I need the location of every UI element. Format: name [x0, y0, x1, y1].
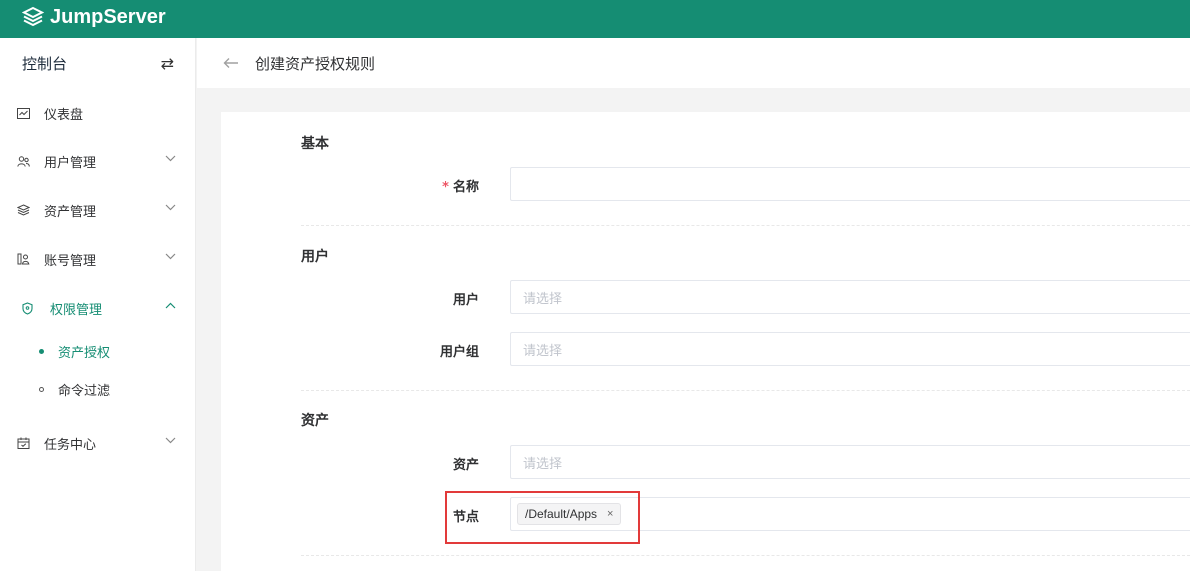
node-label: 节点 — [452, 510, 479, 525]
user-group-select[interactable]: 请选择 — [510, 332, 1190, 366]
section-title-basic: 基本 — [301, 136, 329, 152]
page-title: 创建资产授权规则 — [255, 54, 376, 73]
section-divider — [301, 390, 1190, 391]
chevron-down-icon[interactable] — [165, 204, 176, 211]
sidebar-item-users[interactable]: 用户管理 — [0, 146, 196, 176]
user-label: 用户 — [452, 293, 479, 308]
name-input[interactable] — [510, 167, 1190, 201]
sidebar: 控制台 ⇄ 仪表盘 用户管理 资产管理 账号管理 权限管理 资产授权 命令过滤 … — [0, 38, 196, 571]
sidebar-item-label: 资产管理 — [44, 204, 97, 220]
sidebar-subitem-command-filter[interactable]: 命令过滤 — [0, 376, 196, 402]
user-group-label: 用户组 — [439, 345, 479, 360]
asset-select[interactable]: 请选择 — [510, 445, 1190, 479]
active-dot — [39, 348, 44, 354]
required-mark: * — [442, 180, 449, 195]
section-divider — [301, 555, 1190, 556]
top-bar: JumpServer — [0, 0, 1190, 38]
sidebar-item-dashboard[interactable]: 仪表盘 — [0, 98, 196, 128]
sidebar-subitem-label: 资产授权 — [58, 345, 111, 361]
sidebar-item-label: 权限管理 — [50, 302, 103, 318]
swap-arrows-icon[interactable]: ⇄ — [161, 54, 174, 73]
users-icon — [16, 154, 30, 168]
section-title-asset: 资产 — [301, 413, 329, 429]
asset-label: 资产 — [452, 458, 479, 473]
chevron-down-icon[interactable] — [165, 155, 176, 162]
sidebar-item-label: 任务中心 — [44, 437, 97, 453]
section-title-user: 用户 — [301, 249, 329, 265]
section-divider — [301, 225, 1190, 226]
user-select[interactable]: 请选择 — [510, 280, 1190, 314]
dashboard-icon — [16, 106, 30, 120]
sidebar-subitem-label: 命令过滤 — [58, 383, 111, 399]
layers-icon — [16, 203, 30, 217]
sidebar-item-assets[interactable]: 资产管理 — [0, 195, 196, 225]
chevron-up-icon[interactable] — [165, 302, 176, 309]
sidebar-item-accounts[interactable]: 账号管理 — [0, 244, 196, 274]
sidebar-header: 控制台 ⇄ — [0, 38, 196, 88]
page-header: 创建资产授权规则 — [197, 38, 1190, 88]
form-card: 基本 * 名称 用户 用户 请选择 用户组 请选择 资产 资产 请选择 节点 /D… — [221, 112, 1190, 571]
name-label: * 名称 — [442, 180, 479, 195]
sidebar-item-tasks[interactable]: 任务中心 — [0, 428, 196, 458]
calendar-icon — [16, 436, 30, 450]
sidebar-item-label: 仪表盘 — [44, 107, 84, 123]
chevron-down-icon[interactable] — [165, 437, 176, 444]
shield-icon — [20, 301, 34, 315]
sidebar-title: 控制台 — [22, 54, 68, 73]
back-arrow-icon[interactable] — [223, 57, 239, 69]
jumpserver-logo-icon — [22, 6, 44, 27]
sidebar-item-label: 用户管理 — [44, 155, 97, 171]
sidebar-item-label: 账号管理 — [44, 253, 97, 269]
brand-name: JumpServer — [50, 5, 166, 28]
accounts-icon — [16, 252, 30, 266]
bullet-dot — [39, 386, 44, 392]
sidebar-subitem-asset-permission[interactable]: 资产授权 — [0, 338, 196, 364]
chevron-down-icon[interactable] — [165, 253, 176, 260]
highlight-box — [445, 491, 640, 544]
brand-logo[interactable]: JumpServer — [22, 2, 166, 32]
sidebar-item-permissions[interactable]: 权限管理 — [0, 293, 196, 323]
